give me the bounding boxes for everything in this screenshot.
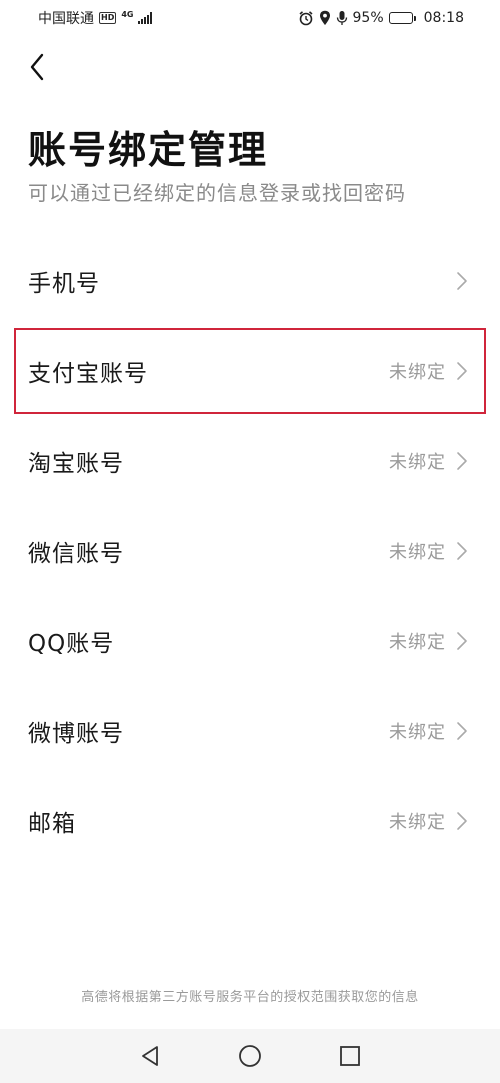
battery-icon xyxy=(388,12,416,24)
status-right: 95% 08:18 xyxy=(298,10,464,26)
chevron-right-icon xyxy=(457,362,467,380)
chevron-right-icon xyxy=(457,542,467,560)
binding-item-weibo[interactable]: 微博账号 未绑定 xyxy=(0,686,500,776)
binding-item-status: 未绑定 xyxy=(389,812,446,833)
clock: 08:18 xyxy=(423,10,464,26)
binding-item-right xyxy=(446,271,468,291)
microphone-icon xyxy=(336,11,347,25)
network-type: 4G xyxy=(121,10,134,19)
hd-badge: HD xyxy=(99,12,117,24)
binding-item-phone[interactable]: 手机号 xyxy=(0,236,500,326)
battery-percent: 95% xyxy=(352,10,384,26)
page-title: 账号绑定管理 xyxy=(28,128,269,172)
navigation-bar xyxy=(0,1029,500,1083)
binding-item-right: 未绑定 xyxy=(389,718,468,744)
binding-item-label: QQ账号 xyxy=(28,631,115,657)
status-bar: 中国联通 HD 4G 95% 08:18 xyxy=(0,0,500,36)
binding-item-label: 手机号 xyxy=(28,271,100,297)
page-subtitle: 可以通过已经绑定的信息登录或找回密码 xyxy=(28,181,406,205)
binding-item-status: 未绑定 xyxy=(389,452,446,473)
triangle-back-icon xyxy=(142,1046,158,1066)
binding-item-email[interactable]: 邮箱 未绑定 xyxy=(0,776,500,866)
square-recents-icon xyxy=(340,1046,360,1066)
back-button[interactable] xyxy=(22,50,52,84)
signal-icon xyxy=(138,12,153,24)
binding-item-taobao[interactable]: 淘宝账号 未绑定 xyxy=(0,416,500,506)
chevron-right-icon xyxy=(457,452,467,470)
chevron-right-icon xyxy=(457,632,467,650)
binding-item-right: 未绑定 xyxy=(389,628,468,654)
binding-item-right: 未绑定 xyxy=(389,358,468,384)
binding-item-status: 未绑定 xyxy=(389,362,446,383)
carrier-name: 中国联通 xyxy=(38,11,94,27)
binding-list: 手机号 支付宝账号 未绑定 淘宝账号 未绑定 微信账号 未绑定 QQ账号 未绑定… xyxy=(0,236,500,866)
status-left: 中国联通 HD 4G xyxy=(38,8,153,28)
alarm-icon xyxy=(298,11,313,26)
binding-item-wechat[interactable]: 微信账号 未绑定 xyxy=(0,506,500,596)
binding-item-status: 未绑定 xyxy=(389,542,446,563)
location-icon xyxy=(319,10,330,25)
chevron-right-icon xyxy=(457,812,467,830)
chevron-right-icon xyxy=(457,722,467,740)
nav-recents-button[interactable] xyxy=(330,1036,370,1076)
nav-home-button[interactable] xyxy=(230,1036,270,1076)
binding-item-label: 邮箱 xyxy=(28,811,76,837)
nav-back-button[interactable] xyxy=(130,1036,170,1076)
circle-home-icon xyxy=(239,1045,261,1067)
chevron-right-icon xyxy=(457,272,467,290)
binding-item-right: 未绑定 xyxy=(389,808,468,834)
binding-item-label: 微信账号 xyxy=(28,541,124,567)
authorization-note: 高德将根据第三方账号服务平台的授权范围获取您的信息 xyxy=(81,990,419,1005)
binding-item-qq[interactable]: QQ账号 未绑定 xyxy=(0,596,500,686)
chevron-left-icon xyxy=(30,53,44,81)
binding-item-alipay[interactable]: 支付宝账号 未绑定 xyxy=(12,326,488,416)
binding-item-label: 支付宝账号 xyxy=(28,361,148,387)
binding-item-right: 未绑定 xyxy=(389,448,468,474)
binding-item-status: 未绑定 xyxy=(389,632,446,653)
binding-item-status: 未绑定 xyxy=(389,722,446,743)
binding-item-right: 未绑定 xyxy=(389,538,468,564)
binding-item-label: 微博账号 xyxy=(28,721,124,747)
binding-item-label: 淘宝账号 xyxy=(28,451,124,477)
